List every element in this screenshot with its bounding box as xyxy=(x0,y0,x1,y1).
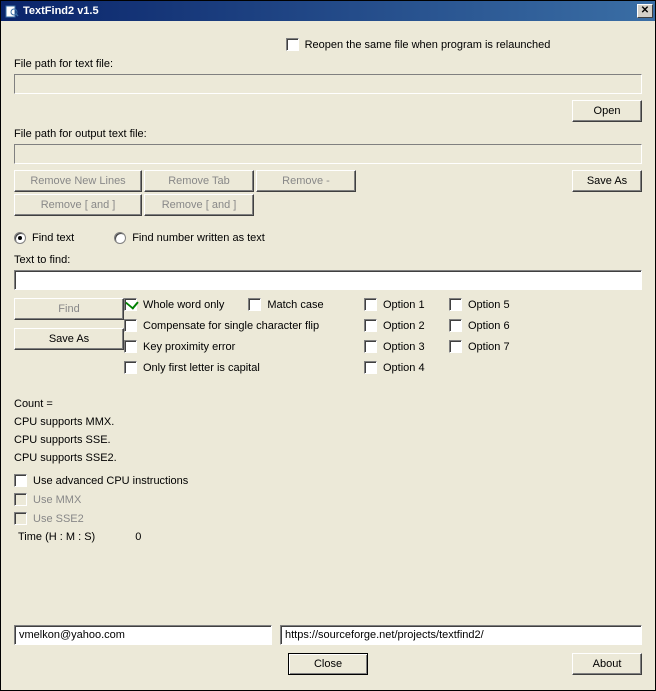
advanced-cpu-label: Use advanced CPU instructions xyxy=(33,475,188,487)
checkbox-icon xyxy=(14,512,27,525)
remove-tab-button[interactable]: Remove Tab xyxy=(144,170,254,192)
window: TextFind2 v1.5 ✕ Reopen the same file wh… xyxy=(0,0,656,691)
output-path-label: File path for output text file: xyxy=(14,128,642,140)
checkbox-icon xyxy=(364,361,377,374)
option6-checkbox[interactable]: Option 6 xyxy=(449,319,534,332)
option7-checkbox[interactable]: Option 7 xyxy=(449,340,534,353)
client-area: Reopen the same file when program is rel… xyxy=(2,22,654,689)
compensate-checkbox[interactable]: Compensate for single character flip xyxy=(124,319,364,332)
find-button[interactable]: Find xyxy=(14,298,124,320)
option5-label: Option 5 xyxy=(468,299,510,311)
checkbox-icon xyxy=(286,38,299,51)
find-save-as-button[interactable]: Save As xyxy=(14,328,124,350)
save-as-output-button[interactable]: Save As xyxy=(572,170,642,192)
use-mmx-checkbox[interactable]: Use MMX xyxy=(14,493,642,506)
option3-checkbox[interactable]: Option 3 xyxy=(364,340,449,353)
email-field[interactable] xyxy=(14,625,272,645)
remove-dash-button[interactable]: Remove - xyxy=(256,170,356,192)
use-sse2-label: Use SSE2 xyxy=(33,513,84,525)
find-number-radio[interactable]: Find number written as text xyxy=(114,232,265,244)
option7-label: Option 7 xyxy=(468,341,510,353)
option2-label: Option 2 xyxy=(383,320,425,332)
titlebar: TextFind2 v1.5 ✕ xyxy=(1,1,655,21)
output-path-field[interactable] xyxy=(14,144,642,164)
match-case-checkbox[interactable]: Match case xyxy=(248,298,323,311)
url-field[interactable] xyxy=(280,625,642,645)
checkbox-icon xyxy=(14,474,27,487)
whole-word-label: Whole word only xyxy=(143,299,224,311)
option4-label: Option 4 xyxy=(383,362,425,374)
first-capital-checkbox[interactable]: Only first letter is capital xyxy=(124,361,364,374)
checkbox-icon xyxy=(124,361,137,374)
remove-brackets2-button[interactable]: Remove [ and ] xyxy=(144,194,254,216)
checkbox-icon xyxy=(364,298,377,311)
option2-checkbox[interactable]: Option 2 xyxy=(364,319,449,332)
find-text-radio-label: Find text xyxy=(32,232,74,244)
checkbox-icon xyxy=(364,340,377,353)
option3-label: Option 3 xyxy=(383,341,425,353)
cpu-sse-label: CPU supports SSE. xyxy=(14,434,642,446)
checkbox-icon xyxy=(124,298,137,311)
input-path-label: File path for text file: xyxy=(14,58,642,70)
find-text-radio[interactable]: Find text xyxy=(14,232,74,244)
remove-brackets1-button[interactable]: Remove [ and ] xyxy=(14,194,142,216)
key-proximity-checkbox[interactable]: Key proximity error xyxy=(124,340,364,353)
checkbox-icon xyxy=(449,298,462,311)
first-capital-label: Only first letter is capital xyxy=(143,362,260,374)
cpu-mmx-label: CPU supports MMX. xyxy=(14,416,642,428)
checkbox-icon xyxy=(124,319,137,332)
count-label: Count = xyxy=(14,398,642,410)
option1-label: Option 1 xyxy=(383,299,425,311)
text-to-find-input[interactable] xyxy=(14,270,642,290)
option5-checkbox[interactable]: Option 5 xyxy=(449,298,534,311)
use-sse2-checkbox[interactable]: Use SSE2 xyxy=(14,512,642,525)
use-mmx-label: Use MMX xyxy=(33,494,81,506)
checkbox-icon xyxy=(364,319,377,332)
about-button[interactable]: About xyxy=(572,653,642,675)
close-icon: ✕ xyxy=(641,6,649,16)
checkbox-icon xyxy=(449,340,462,353)
reopen-checkbox[interactable]: Reopen the same file when program is rel… xyxy=(286,38,551,51)
time-label: Time (H : M : S) xyxy=(18,531,95,543)
match-case-label: Match case xyxy=(267,299,323,311)
radio-icon xyxy=(14,232,26,244)
checkbox-icon xyxy=(124,340,137,353)
cpu-sse2-label: CPU supports SSE2. xyxy=(14,452,642,464)
remove-newlines-button[interactable]: Remove New Lines xyxy=(14,170,142,192)
radio-icon xyxy=(114,232,126,244)
find-number-radio-label: Find number written as text xyxy=(132,232,265,244)
option6-label: Option 6 xyxy=(468,320,510,332)
option1-checkbox[interactable]: Option 1 xyxy=(364,298,449,311)
option4-checkbox[interactable]: Option 4 xyxy=(364,361,449,374)
app-icon xyxy=(5,4,19,18)
open-button[interactable]: Open xyxy=(572,100,642,122)
checkbox-icon xyxy=(449,319,462,332)
reopen-label: Reopen the same file when program is rel… xyxy=(305,39,551,51)
advanced-cpu-checkbox[interactable]: Use advanced CPU instructions xyxy=(14,474,642,487)
text-to-find-label: Text to find: xyxy=(14,254,642,266)
key-proximity-label: Key proximity error xyxy=(143,341,235,353)
compensate-label: Compensate for single character flip xyxy=(143,320,319,332)
whole-word-checkbox[interactable]: Whole word only xyxy=(124,298,224,311)
window-close-button[interactable]: ✕ xyxy=(637,4,653,18)
time-value: 0 xyxy=(135,531,141,543)
checkbox-icon xyxy=(248,298,261,311)
input-path-field[interactable] xyxy=(14,74,642,94)
window-title: TextFind2 v1.5 xyxy=(23,5,99,17)
checkbox-icon xyxy=(14,493,27,506)
close-button[interactable]: Close xyxy=(288,653,368,675)
